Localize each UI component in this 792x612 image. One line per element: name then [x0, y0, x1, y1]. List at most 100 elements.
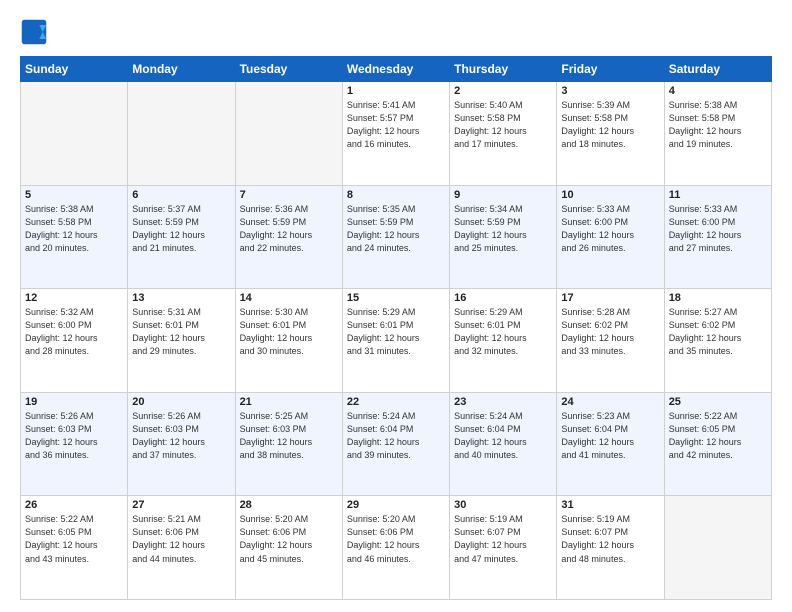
day-number: 26	[25, 499, 123, 511]
calendar-cell: 10Sunrise: 5:33 AM Sunset: 6:00 PM Dayli…	[557, 185, 664, 289]
day-number: 4	[669, 85, 767, 97]
day-info: Sunrise: 5:26 AM Sunset: 6:03 PM Dayligh…	[132, 410, 230, 462]
calendar-cell: 17 Sunrise: 5:28 AM Sunset: 6:02 PM Dayli…	[557, 289, 664, 393]
calendar-cell: 12 Sunrise: 5:32 AM Sunset: 6:00 PM Dayli…	[21, 289, 128, 393]
day-info: Sunrise: 5:36 AM Sunset: 5:59 PM Dayligh…	[240, 203, 338, 255]
day-info: Sunrise: 5:38 AM Sunset: 5:58 PM Dayligh…	[669, 99, 767, 151]
day-info: Sunrise: 5:29 AM Sunset: 6:01 PM Dayligh…	[347, 306, 445, 358]
day-info: Sunrise: 5:29 AM Sunset: 6:01 PM Dayligh…	[454, 306, 552, 358]
calendar-cell: 13Sunrise: 5:31 AM Sunset: 6:01 PM Dayli…	[128, 289, 235, 393]
day-number: 21	[240, 396, 338, 408]
calendar-week-row: 26 Sunrise: 5:22 AM Sunset: 6:05 PM Dayli…	[21, 496, 772, 600]
day-info: Sunrise: 5:39 AM Sunset: 5:58 PM Dayligh…	[561, 99, 659, 151]
day-info: Sunrise: 5:33 AM Sunset: 6:00 PM Dayligh…	[561, 203, 659, 255]
logo-icon	[20, 18, 48, 46]
day-number: 12	[25, 292, 123, 304]
calendar-cell: 18 Sunrise: 5:27 AM Sunset: 6:02 PM Dayli…	[664, 289, 771, 393]
day-number: 27	[132, 499, 230, 511]
day-number: 18	[669, 292, 767, 304]
day-number: 24	[561, 396, 659, 408]
day-info: Sunrise: 5:41 AM Sunset: 5:57 PM Dayligh…	[347, 99, 445, 151]
day-info: Sunrise: 5:24 AM Sunset: 6:04 PM Dayligh…	[347, 410, 445, 462]
day-info: Sunrise: 5:23 AM Sunset: 6:04 PM Dayligh…	[561, 410, 659, 462]
day-number: 22	[347, 396, 445, 408]
calendar-cell: 28 Sunrise: 5:20 AM Sunset: 6:06 PM Dayli…	[235, 496, 342, 600]
calendar-cell: 15 Sunrise: 5:29 AM Sunset: 6:01 PM Dayli…	[342, 289, 449, 393]
day-info: Sunrise: 5:20 AM Sunset: 6:06 PM Dayligh…	[347, 513, 445, 565]
day-info: Sunrise: 5:22 AM Sunset: 6:05 PM Dayligh…	[669, 410, 767, 462]
weekday-header: Sunday	[21, 57, 128, 82]
day-number: 25	[669, 396, 767, 408]
weekday-header: Friday	[557, 57, 664, 82]
calendar-cell: 30Sunrise: 5:19 AM Sunset: 6:07 PM Dayli…	[450, 496, 557, 600]
day-info: Sunrise: 5:20 AM Sunset: 6:06 PM Dayligh…	[240, 513, 338, 565]
calendar-cell: 22 Sunrise: 5:24 AM Sunset: 6:04 PM Dayli…	[342, 392, 449, 496]
day-info: Sunrise: 5:21 AM Sunset: 6:06 PM Dayligh…	[132, 513, 230, 565]
day-number: 14	[240, 292, 338, 304]
calendar-cell	[235, 82, 342, 186]
calendar-cell: 23 Sunrise: 5:24 AM Sunset: 6:04 PM Dayli…	[450, 392, 557, 496]
weekday-header: Tuesday	[235, 57, 342, 82]
calendar-cell: 4 Sunrise: 5:38 AM Sunset: 5:58 PM Daylig…	[664, 82, 771, 186]
calendar-cell: 11 Sunrise: 5:33 AM Sunset: 6:00 PM Dayli…	[664, 185, 771, 289]
calendar-table: SundayMondayTuesdayWednesdayThursdayFrid…	[20, 56, 772, 600]
day-info: Sunrise: 5:37 AM Sunset: 5:59 PM Dayligh…	[132, 203, 230, 255]
day-info: Sunrise: 5:19 AM Sunset: 6:07 PM Dayligh…	[454, 513, 552, 565]
day-number: 7	[240, 189, 338, 201]
day-info: Sunrise: 5:38 AM Sunset: 5:58 PM Dayligh…	[25, 203, 123, 255]
logo	[20, 18, 52, 46]
calendar-week-row: 1 Sunrise: 5:41 AM Sunset: 5:57 PM Daylig…	[21, 82, 772, 186]
calendar-week-row: 19 Sunrise: 5:26 AM Sunset: 6:03 PM Dayli…	[21, 392, 772, 496]
calendar-cell: 16 Sunrise: 5:29 AM Sunset: 6:01 PM Dayli…	[450, 289, 557, 393]
calendar-cell	[21, 82, 128, 186]
day-info: Sunrise: 5:27 AM Sunset: 6:02 PM Dayligh…	[669, 306, 767, 358]
day-number: 15	[347, 292, 445, 304]
day-info: Sunrise: 5:40 AM Sunset: 5:58 PM Dayligh…	[454, 99, 552, 151]
day-info: Sunrise: 5:25 AM Sunset: 6:03 PM Dayligh…	[240, 410, 338, 462]
calendar-cell: 2Sunrise: 5:40 AM Sunset: 5:58 PM Daylig…	[450, 82, 557, 186]
calendar-cell: 31Sunrise: 5:19 AM Sunset: 6:07 PM Dayli…	[557, 496, 664, 600]
day-number: 16	[454, 292, 552, 304]
calendar-cell: 5 Sunrise: 5:38 AM Sunset: 5:58 PM Daylig…	[21, 185, 128, 289]
day-info: Sunrise: 5:22 AM Sunset: 6:05 PM Dayligh…	[25, 513, 123, 565]
day-number: 6	[132, 189, 230, 201]
day-number: 23	[454, 396, 552, 408]
page: SundayMondayTuesdayWednesdayThursdayFrid…	[0, 0, 792, 612]
day-info: Sunrise: 5:32 AM Sunset: 6:00 PM Dayligh…	[25, 306, 123, 358]
day-number: 19	[25, 396, 123, 408]
calendar-cell: 8Sunrise: 5:35 AM Sunset: 5:59 PM Daylig…	[342, 185, 449, 289]
day-info: Sunrise: 5:24 AM Sunset: 6:04 PM Dayligh…	[454, 410, 552, 462]
weekday-header: Wednesday	[342, 57, 449, 82]
calendar-cell: 9Sunrise: 5:34 AM Sunset: 5:59 PM Daylig…	[450, 185, 557, 289]
calendar-cell	[128, 82, 235, 186]
calendar-week-row: 12 Sunrise: 5:32 AM Sunset: 6:00 PM Dayli…	[21, 289, 772, 393]
header	[20, 18, 772, 46]
calendar-cell: 20 Sunrise: 5:26 AM Sunset: 6:03 PM Dayli…	[128, 392, 235, 496]
day-number: 13	[132, 292, 230, 304]
day-info: Sunrise: 5:30 AM Sunset: 6:01 PM Dayligh…	[240, 306, 338, 358]
calendar-cell: 14 Sunrise: 5:30 AM Sunset: 6:01 PM Dayli…	[235, 289, 342, 393]
day-number: 5	[25, 189, 123, 201]
calendar-cell: 24 Sunrise: 5:23 AM Sunset: 6:04 PM Dayli…	[557, 392, 664, 496]
weekday-header: Thursday	[450, 57, 557, 82]
day-info: Sunrise: 5:26 AM Sunset: 6:03 PM Dayligh…	[25, 410, 123, 462]
day-number: 3	[561, 85, 659, 97]
calendar-cell: 6 Sunrise: 5:37 AM Sunset: 5:59 PM Daylig…	[128, 185, 235, 289]
day-number: 11	[669, 189, 767, 201]
day-number: 20	[132, 396, 230, 408]
calendar-cell: 21 Sunrise: 5:25 AM Sunset: 6:03 PM Dayli…	[235, 392, 342, 496]
day-number: 28	[240, 499, 338, 511]
calendar-cell	[664, 496, 771, 600]
calendar-cell: 1 Sunrise: 5:41 AM Sunset: 5:57 PM Daylig…	[342, 82, 449, 186]
day-info: Sunrise: 5:33 AM Sunset: 6:00 PM Dayligh…	[669, 203, 767, 255]
weekday-header: Monday	[128, 57, 235, 82]
day-number: 1	[347, 85, 445, 97]
day-info: Sunrise: 5:28 AM Sunset: 6:02 PM Dayligh…	[561, 306, 659, 358]
day-number: 8	[347, 189, 445, 201]
day-number: 29	[347, 499, 445, 511]
calendar-cell: 29 Sunrise: 5:20 AM Sunset: 6:06 PM Dayli…	[342, 496, 449, 600]
calendar-cell: 19 Sunrise: 5:26 AM Sunset: 6:03 PM Dayli…	[21, 392, 128, 496]
calendar-cell: 3 Sunrise: 5:39 AM Sunset: 5:58 PM Daylig…	[557, 82, 664, 186]
day-info: Sunrise: 5:19 AM Sunset: 6:07 PM Dayligh…	[561, 513, 659, 565]
day-number: 17	[561, 292, 659, 304]
